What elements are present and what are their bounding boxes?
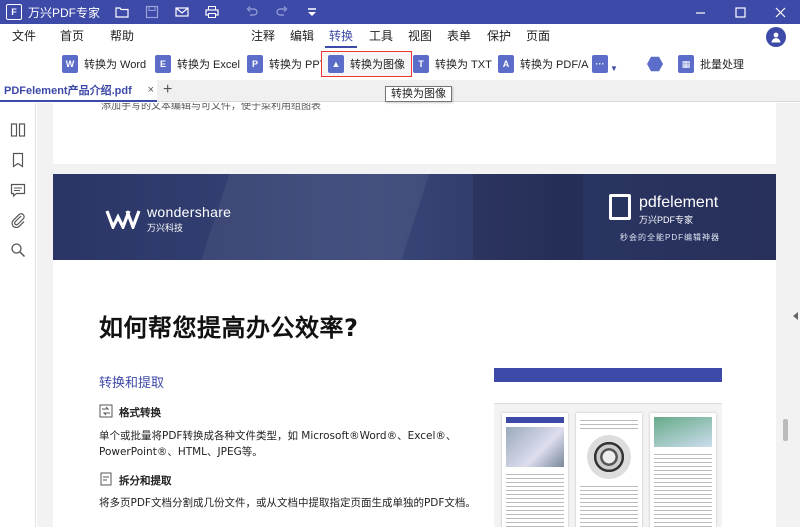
menu-item[interactable]: 注释 (251, 24, 275, 48)
document-tab[interactable]: PDFelement产品介绍.pdf × (0, 80, 157, 102)
batch-process-button[interactable]: ▦ 批量处理 (678, 51, 744, 77)
search-icon[interactable] (9, 241, 27, 259)
pdfelement-logo: pdfelement 万兴PDF专家 (609, 194, 718, 226)
cut-off-text: 添加手写的文本编辑与可文件，使于菜利用组图表 (101, 103, 321, 112)
user-icon (771, 32, 781, 43)
vertical-scrollbar[interactable] (783, 419, 788, 441)
current-page: wondershare 万兴科技 pdfelement 万兴PDF专家 秒会的全… (53, 174, 776, 527)
menu-item[interactable]: 视图 (408, 24, 432, 48)
feature-text: 单个或批量将PDF转换成各种文件类型，如 Microsoft®Word®、Exc… (99, 430, 457, 442)
more-options-button[interactable]: ··· ▼ (592, 51, 618, 77)
open-folder-icon[interactable] (114, 4, 130, 20)
convert-to-image-button[interactable]: ▲ 转换为图像 (321, 51, 412, 77)
convert-to-ppt-button[interactable]: P 转换为 PPT (247, 51, 326, 77)
pdfelement-logo-icon (609, 194, 631, 220)
email-icon[interactable] (174, 4, 190, 20)
word-icon: W (62, 55, 78, 73)
convert-to-word-button[interactable]: W 转换为 Word (62, 51, 146, 77)
wondershare-logo: wondershare 万兴科技 (105, 204, 231, 234)
product-screenshot (494, 368, 722, 527)
feature-title: 格式转换 (119, 407, 161, 419)
txt-icon: T (413, 55, 429, 73)
menu-item[interactable]: 工具 (369, 24, 393, 48)
convert-to-excel-button[interactable]: E 转换为 Excel (155, 51, 240, 77)
new-tab-icon[interactable]: + (163, 81, 172, 99)
more-icon: ··· (592, 55, 608, 73)
menu-bar: 文件 首页 帮助 注释 编辑 转换 工具 视图 表单 保护 页面 (0, 24, 800, 48)
ppt-icon: P (247, 55, 263, 73)
hexagon-settings-icon (647, 56, 663, 72)
menu-item[interactable]: 首页 (60, 24, 84, 48)
menu-item[interactable]: 表单 (447, 24, 471, 48)
batch-icon: ▦ (678, 55, 694, 73)
comment-icon[interactable] (9, 181, 27, 199)
slogan: 秒会的全能PDF编辑神器 (620, 233, 720, 242)
thumbnail-icon[interactable] (9, 121, 27, 139)
menu-item[interactable]: 文件 (12, 24, 36, 48)
undo-icon[interactable] (244, 4, 260, 20)
section-title: 转换和提取 (99, 376, 165, 391)
menu-item[interactable]: 帮助 (110, 24, 134, 48)
format-convert-icon (99, 404, 113, 418)
convert-to-txt-button[interactable]: T 转换为 TXT (413, 51, 492, 77)
page-heading: 如何帮您提高办公效率? (99, 314, 359, 342)
tooltip: 转换为图像 (385, 86, 452, 102)
print-icon[interactable] (204, 4, 220, 20)
app-title: 万兴PDF专家 (28, 5, 101, 20)
user-avatar[interactable] (766, 27, 786, 47)
pdfa-icon: A (498, 55, 514, 73)
menu-item[interactable]: 编辑 (290, 24, 314, 48)
chevron-down-icon: ▼ (610, 63, 618, 73)
previous-page: 添加手写的文本编辑与可文件，使于菜利用组图表 (53, 103, 776, 164)
convert-toolbar: W 转换为 Word E 转换为 Excel P 转换为 PPT ▲ 转换为图像… (0, 48, 800, 80)
menu-item[interactable]: 转换 (324, 24, 358, 48)
save-icon[interactable] (144, 4, 160, 20)
attachment-icon[interactable] (9, 211, 27, 229)
menu-item[interactable]: 保护 (487, 24, 511, 48)
customize-dropdown-icon[interactable] (304, 4, 320, 20)
feature-text: PowerPoint®、HTML、JPEG等。 (99, 446, 263, 458)
settings-button[interactable] (647, 51, 663, 77)
redo-icon[interactable] (274, 4, 290, 20)
split-extract-icon (100, 472, 112, 486)
tab-close-icon[interactable]: × (148, 84, 154, 96)
right-panel-expand-icon[interactable] (793, 312, 798, 320)
feature-text: 将多页PDF文档分割成几份文件，或从文档中提取指定页面生成单独的PDF文档。 (99, 497, 476, 509)
bookmark-icon[interactable] (9, 151, 27, 169)
app-logo-icon: F (6, 4, 22, 20)
image-icon: ▲ (328, 55, 344, 73)
menu-item[interactable]: 页面 (526, 24, 550, 48)
convert-to-pdfa-button[interactable]: A 转换为 PDF/A (498, 51, 588, 77)
minimize-icon[interactable] (680, 0, 720, 24)
maximize-icon[interactable] (720, 0, 760, 24)
document-canvas: 添加手写的文本编辑与可文件，使于菜利用组图表 wondershare 万兴科技 … (37, 103, 800, 527)
wondershare-logo-icon (105, 210, 141, 229)
excel-icon: E (155, 55, 171, 73)
page-banner: wondershare 万兴科技 pdfelement 万兴PDF专家 秒会的全… (53, 174, 776, 260)
close-icon[interactable] (760, 0, 800, 24)
title-bar: F 万兴PDF专家 (0, 0, 800, 24)
feature-title: 拆分和提取 (119, 475, 172, 487)
left-sidebar (0, 103, 43, 527)
